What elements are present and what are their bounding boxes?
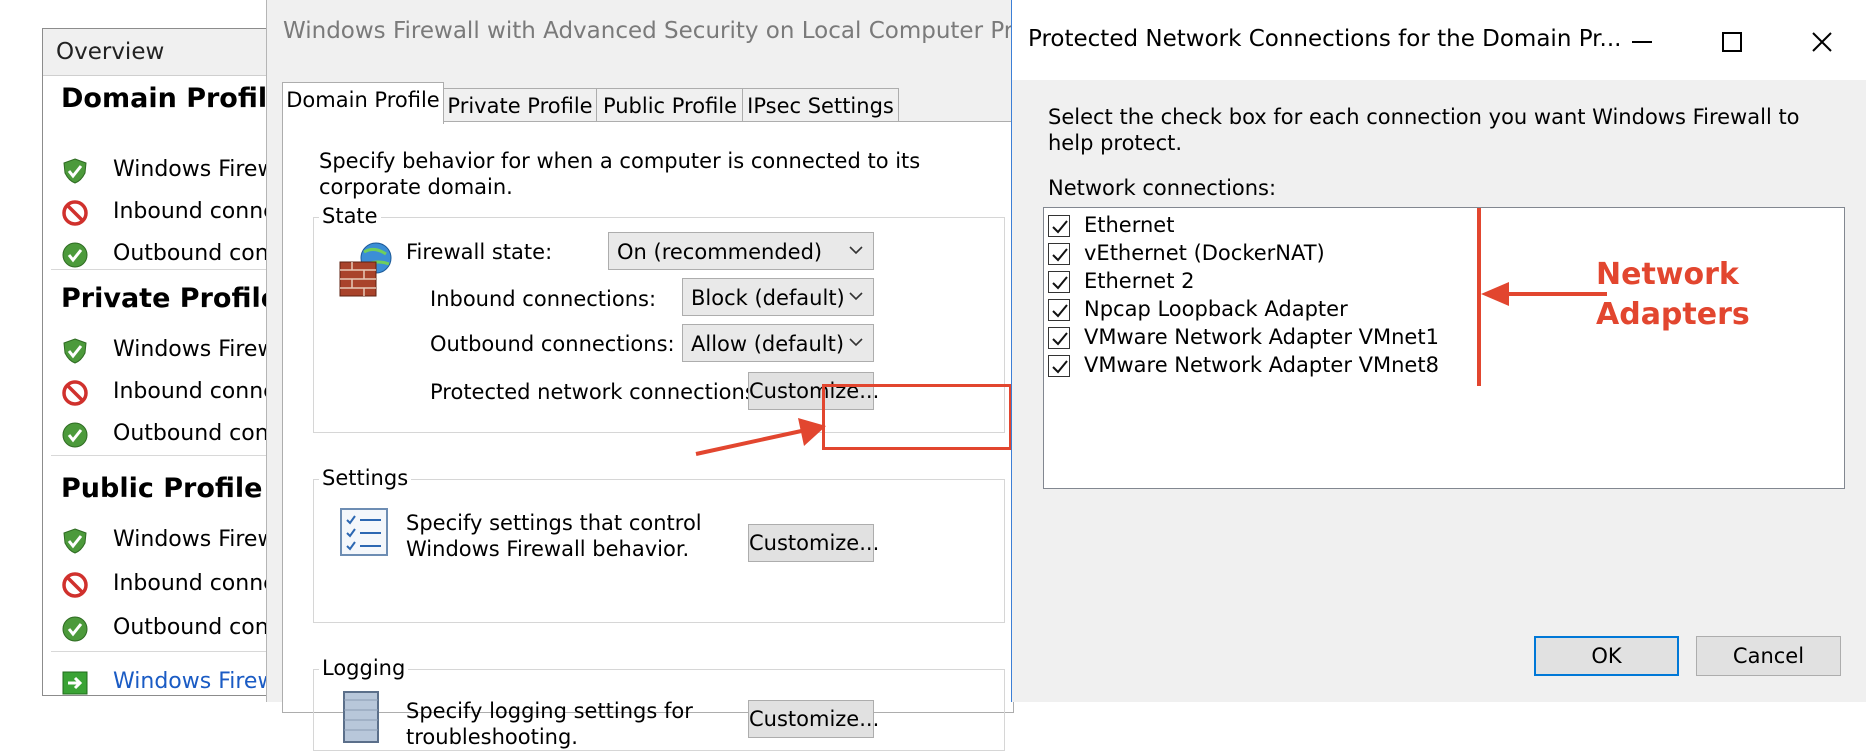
shield-check-icon: [63, 528, 87, 554]
logging-customize-button[interactable]: Customize...: [748, 700, 879, 738]
close-icon[interactable]: [1802, 22, 1842, 62]
title-bar: Protected Network Connections for the Do…: [1012, 0, 1866, 80]
minimize-icon[interactable]: [1622, 22, 1662, 62]
block-icon: [62, 572, 88, 598]
customize-highlight-box: [822, 384, 1012, 450]
public-profile-title: Public Profile is: [61, 473, 298, 504]
overview-pane: Overview Domain Profile Windows Firewall…: [0, 0, 362, 702]
connection-label: Npcap Loopback Adapter: [1084, 297, 1348, 321]
dialog-title: Windows Firewall with Advanced Security …: [283, 18, 1049, 44]
arrow-icon: [695, 418, 826, 456]
green-arrow-icon: [62, 671, 88, 695]
firewall-state-label: Firewall state:: [406, 240, 553, 264]
cancel-button[interactable]: Cancel: [1696, 636, 1841, 676]
connection-label: VMware Network Adapter VMnet1: [1084, 325, 1439, 349]
checkbox[interactable]: [1048, 299, 1070, 321]
allow-check-icon: [62, 616, 88, 642]
ok-button[interactable]: OK: [1534, 636, 1679, 676]
logging-group: Logging Specify logging settings for tro…: [313, 656, 1005, 751]
shield-check-icon: [63, 338, 87, 364]
chevron-down-icon: [849, 246, 863, 255]
logging-caption: Logging: [319, 656, 409, 680]
checkmark-icon: [1052, 360, 1068, 374]
checkmark-icon: [1052, 248, 1068, 262]
annotation-bracket-arrow: [1477, 208, 1607, 386]
connection-label: vEthernet (DockerNAT): [1084, 241, 1325, 265]
logging-description: Specify logging settings for troubleshoo…: [406, 699, 693, 749]
tab-public-profile[interactable]: Public Profile: [596, 88, 744, 123]
inbound-connections-value: Block (default): [691, 286, 845, 310]
annotation-label-line1: Network: [1596, 257, 1739, 292]
annotation-label-line2: Adapters: [1596, 297, 1750, 332]
outbound-connections-value: Allow (default): [691, 332, 845, 356]
instruction-text: Select the check box for each connection…: [1048, 105, 1800, 155]
checkbox[interactable]: [1048, 243, 1070, 265]
block-icon: [62, 380, 88, 406]
domain-profile-title: Domain Profile: [61, 83, 286, 114]
inbound-connections-select[interactable]: Block (default): [682, 278, 874, 316]
checkmark-icon: [1052, 220, 1068, 234]
allow-check-icon: [62, 422, 88, 448]
chevron-down-icon: [849, 338, 863, 347]
connection-label: Ethernet: [1084, 213, 1175, 237]
checkbox[interactable]: [1048, 327, 1070, 349]
settings-description: Specify settings that control Windows Fi…: [406, 511, 702, 561]
allow-check-icon: [62, 242, 88, 268]
block-icon: [62, 200, 88, 226]
firewall-state-value: On (recommended): [617, 240, 823, 264]
shield-check-icon: [63, 158, 87, 184]
checkmark-icon: [1052, 276, 1068, 290]
maximize-icon[interactable]: [1712, 22, 1752, 62]
firewall-brick-icon: [339, 242, 392, 297]
dialog-title: Protected Network Connections for the Do…: [1028, 26, 1622, 52]
overview-header: Overview: [43, 29, 303, 76]
checkmark-icon: [1052, 332, 1068, 346]
tab-private-profile[interactable]: Private Profile: [442, 88, 598, 123]
checkmark-icon: [1052, 304, 1068, 318]
tab-domain-profile[interactable]: Domain Profile: [282, 82, 444, 124]
checkbox[interactable]: [1048, 271, 1070, 293]
protected-connections-dialog: Protected Network Connections for the Do…: [1011, 0, 1866, 702]
checkbox[interactable]: [1048, 355, 1070, 377]
connection-label: Ethernet 2: [1084, 269, 1195, 293]
settings-customize-button[interactable]: Customize...: [748, 524, 879, 562]
inbound-connections-label: Inbound connections:: [430, 287, 657, 311]
private-profile-title: Private Profile: [61, 283, 280, 314]
log-notebook-icon: [343, 691, 379, 743]
settings-group: Settings Specify settings that control W…: [313, 466, 1005, 623]
state-caption: State: [319, 204, 381, 228]
network-connections-label: Network connections:: [1048, 176, 1277, 200]
tab-ipsec-settings[interactable]: IPsec Settings: [742, 88, 899, 123]
settings-caption: Settings: [319, 466, 412, 490]
profile-description: Specify behavior for when a computer is …: [319, 149, 921, 199]
outbound-connections-select[interactable]: Allow (default): [682, 324, 874, 362]
chevron-down-icon: [849, 292, 863, 301]
overview-frame: Overview Domain Profile Windows Firewall…: [42, 28, 362, 696]
checkbox[interactable]: [1048, 215, 1070, 237]
connection-label: VMware Network Adapter VMnet8: [1084, 353, 1439, 377]
firewall-properties-dialog: Windows Firewall with Advanced Security …: [266, 0, 1048, 751]
protected-connections-label: Protected network connections:: [430, 380, 763, 404]
network-connections-list[interactable]: Ethernet vEthernet (DockerNAT) Ethernet …: [1043, 207, 1845, 489]
firewall-state-select[interactable]: On (recommended): [608, 232, 874, 270]
outbound-connections-label: Outbound connections:: [430, 332, 675, 356]
settings-checklist-icon: [340, 508, 388, 556]
